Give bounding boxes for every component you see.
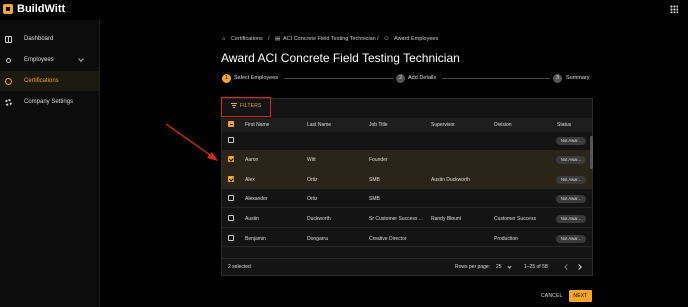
- annotation-arrow-icon: [165, 123, 218, 161]
